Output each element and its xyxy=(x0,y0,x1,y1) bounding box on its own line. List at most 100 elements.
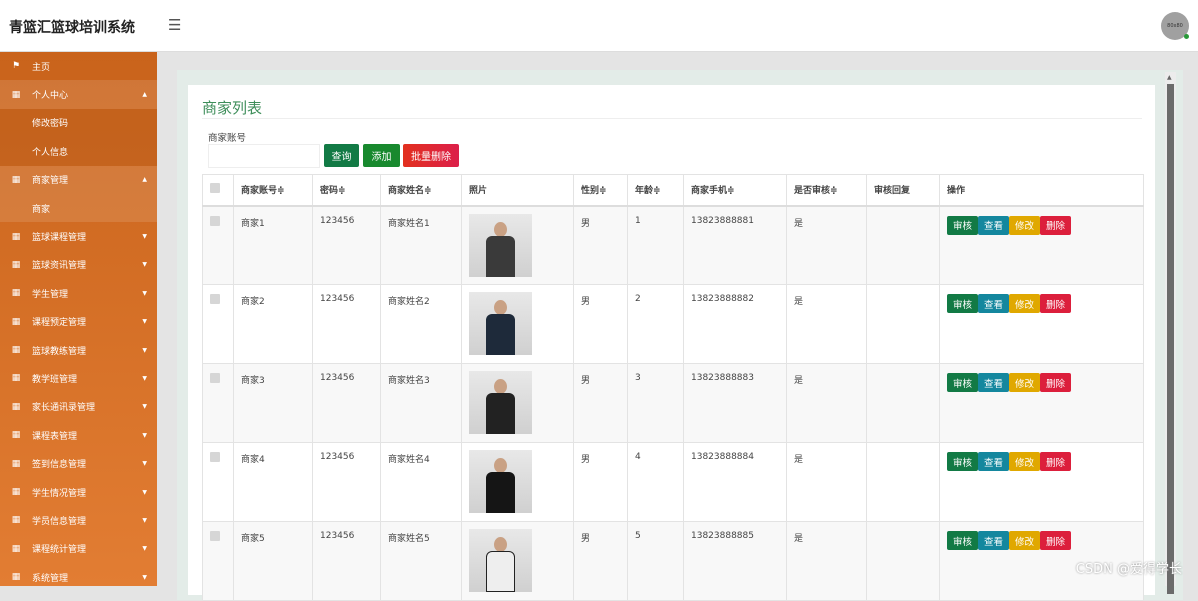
cell-account: 商家3 xyxy=(233,363,313,443)
caret-down-icon: ▼ xyxy=(142,488,147,496)
sidebar-item[interactable]: ▦ 系统管理 ▼ xyxy=(0,563,157,591)
cell-password: 123456 xyxy=(312,363,381,443)
sidebar-item[interactable]: ▦ 篮球资讯管理 ▼ xyxy=(0,251,157,279)
online-status-dot xyxy=(1184,34,1189,39)
table-row: 商家3 123456 商家姓名3 男 3 13823888883 是审核 查看 修改 删除 xyxy=(202,363,1144,443)
sidebar-item-label: 个人中心 xyxy=(32,91,69,102)
view-button[interactable]: 查看 xyxy=(978,215,1009,235)
sidebar-item[interactable]: ▦ 教学班管理 ▼ xyxy=(0,364,157,392)
edit-button[interactable]: 修改 xyxy=(1009,294,1040,313)
sidebar-item-label: 课程表管理 xyxy=(32,431,78,442)
row-checkbox[interactable] xyxy=(210,294,220,304)
sidebar-item[interactable]: ▦ 课程表管理 ▼ xyxy=(0,421,157,449)
sidebar-item-label: 学生管理 xyxy=(32,289,69,300)
scrollbar[interactable]: ▲ xyxy=(1165,72,1176,594)
cell-name: 商家姓名2 xyxy=(380,284,462,364)
sidebar-item[interactable]: ▦ 篮球教练管理 ▼ xyxy=(0,336,157,364)
cell-gender: 男 xyxy=(573,521,628,601)
audit-button[interactable]: 审核 xyxy=(947,373,978,392)
sidebar-item[interactable]: 商家 xyxy=(0,193,157,223)
grid-icon: ▦ xyxy=(11,259,21,270)
caret-down-icon: ▼ xyxy=(142,545,147,553)
cell-name: 商家姓名1 xyxy=(380,205,462,285)
add-button[interactable]: 添加 xyxy=(363,144,400,167)
row-select-cell xyxy=(202,284,234,364)
sidebar-item[interactable]: ▦ 家长通讯录管理 ▼ xyxy=(0,393,157,421)
sidebar-item[interactable]: ▦ 课程预定管理 ▼ xyxy=(0,308,157,336)
edit-button[interactable]: 修改 xyxy=(1009,215,1040,235)
cell-reply xyxy=(866,363,940,443)
column-header: 照片 xyxy=(461,174,574,207)
sidebar-item-label: 主页 xyxy=(32,62,51,73)
column-header[interactable]: 年龄≑ xyxy=(627,174,684,207)
sidebar-item-label: 签到信息管理 xyxy=(32,460,87,471)
menu-toggle-icon[interactable]: ☰ xyxy=(168,16,181,34)
delete-button[interactable]: 删除 xyxy=(1040,215,1071,235)
view-button[interactable]: 查看 xyxy=(978,294,1009,313)
audit-button[interactable]: 审核 xyxy=(947,531,978,550)
divider xyxy=(202,118,1142,119)
row-select-cell xyxy=(202,205,234,285)
sidebar-item[interactable]: ▦ 学员信息管理 ▼ xyxy=(0,506,157,534)
scrollbar-thumb[interactable] xyxy=(1167,84,1174,594)
cell-gender: 男 xyxy=(573,284,628,364)
view-button[interactable]: 查看 xyxy=(978,373,1009,392)
cell-age: 4 xyxy=(627,442,684,522)
cell-audited: 是 xyxy=(786,521,867,601)
cell-phone: 13823888884 xyxy=(683,442,787,522)
sidebar-item[interactable]: ▦ 学生情况管理 ▼ xyxy=(0,478,157,506)
batch-delete-button[interactable]: 批量删除 xyxy=(403,144,459,167)
grid-icon: ▦ xyxy=(11,231,21,242)
sidebar-item[interactable]: 修改密码 xyxy=(0,108,157,138)
sidebar-item[interactable]: 个人信息 xyxy=(0,137,157,166)
select-all-cell xyxy=(202,174,234,207)
audit-button[interactable]: 审核 xyxy=(947,294,978,313)
column-header[interactable]: 商家姓名≑ xyxy=(380,174,462,207)
edit-button[interactable]: 修改 xyxy=(1009,373,1040,392)
cell-gender: 男 xyxy=(573,442,628,522)
sidebar-item[interactable]: ▦ 商家管理 ▲ xyxy=(0,165,157,194)
audit-button[interactable]: 审核 xyxy=(947,215,978,235)
edit-button[interactable]: 修改 xyxy=(1009,531,1040,550)
sidebar-item[interactable]: ▦ 个人中心 ▲ xyxy=(0,80,157,109)
row-checkbox[interactable] xyxy=(210,373,220,383)
grid-icon: ▦ xyxy=(11,572,21,583)
select-all-checkbox[interactable] xyxy=(210,183,220,194)
delete-button[interactable]: 删除 xyxy=(1040,531,1071,550)
column-header: 操作 xyxy=(939,174,1144,207)
sidebar-item-label: 篮球课程管理 xyxy=(32,233,87,244)
scroll-up-icon[interactable]: ▲ xyxy=(1167,74,1172,81)
column-header[interactable]: 商家账号≑ xyxy=(233,174,313,207)
row-checkbox[interactable] xyxy=(210,452,220,462)
cell-photo xyxy=(461,442,574,522)
row-select-cell xyxy=(202,442,234,522)
sidebar-item-label: 课程统计管理 xyxy=(32,545,87,556)
search-button[interactable]: 查询 xyxy=(324,144,359,167)
edit-button[interactable]: 修改 xyxy=(1009,452,1040,471)
column-header[interactable]: 是否审核≑ xyxy=(786,174,867,207)
grid-icon: ▦ xyxy=(11,316,21,327)
merchant-photo xyxy=(469,529,532,592)
grid-icon: ▦ xyxy=(11,174,21,185)
delete-button[interactable]: 删除 xyxy=(1040,294,1071,313)
sidebar-item[interactable]: ▦ 篮球课程管理 ▼ xyxy=(0,222,157,250)
sidebar-item[interactable]: ⚑ 主页 xyxy=(0,52,157,80)
column-header[interactable]: 商家手机≑ xyxy=(683,174,787,207)
row-checkbox[interactable] xyxy=(210,215,220,226)
merchant-account-input[interactable] xyxy=(208,144,320,168)
sidebar-item[interactable]: ▦ 课程统计管理 ▼ xyxy=(0,535,157,563)
row-checkbox[interactable] xyxy=(210,531,220,541)
view-button[interactable]: 查看 xyxy=(978,452,1009,471)
sidebar-item[interactable]: ▦ 签到信息管理 ▼ xyxy=(0,449,157,477)
column-header[interactable]: 密码≑ xyxy=(312,174,381,207)
delete-button[interactable]: 删除 xyxy=(1040,373,1071,392)
audit-button[interactable]: 审核 xyxy=(947,452,978,471)
caret-down-icon: ▼ xyxy=(142,431,147,439)
column-header[interactable]: 性别≑ xyxy=(573,174,628,207)
grid-icon: ▦ xyxy=(11,373,21,384)
caret-down-icon: ▼ xyxy=(142,403,147,411)
table-row: 商家4 123456 商家姓名4 男 4 13823888884 是审核 查看 修改 删除 xyxy=(202,442,1144,522)
sidebar-item[interactable]: ▦ 学生管理 ▼ xyxy=(0,279,157,307)
view-button[interactable]: 查看 xyxy=(978,531,1009,550)
delete-button[interactable]: 删除 xyxy=(1040,452,1071,471)
